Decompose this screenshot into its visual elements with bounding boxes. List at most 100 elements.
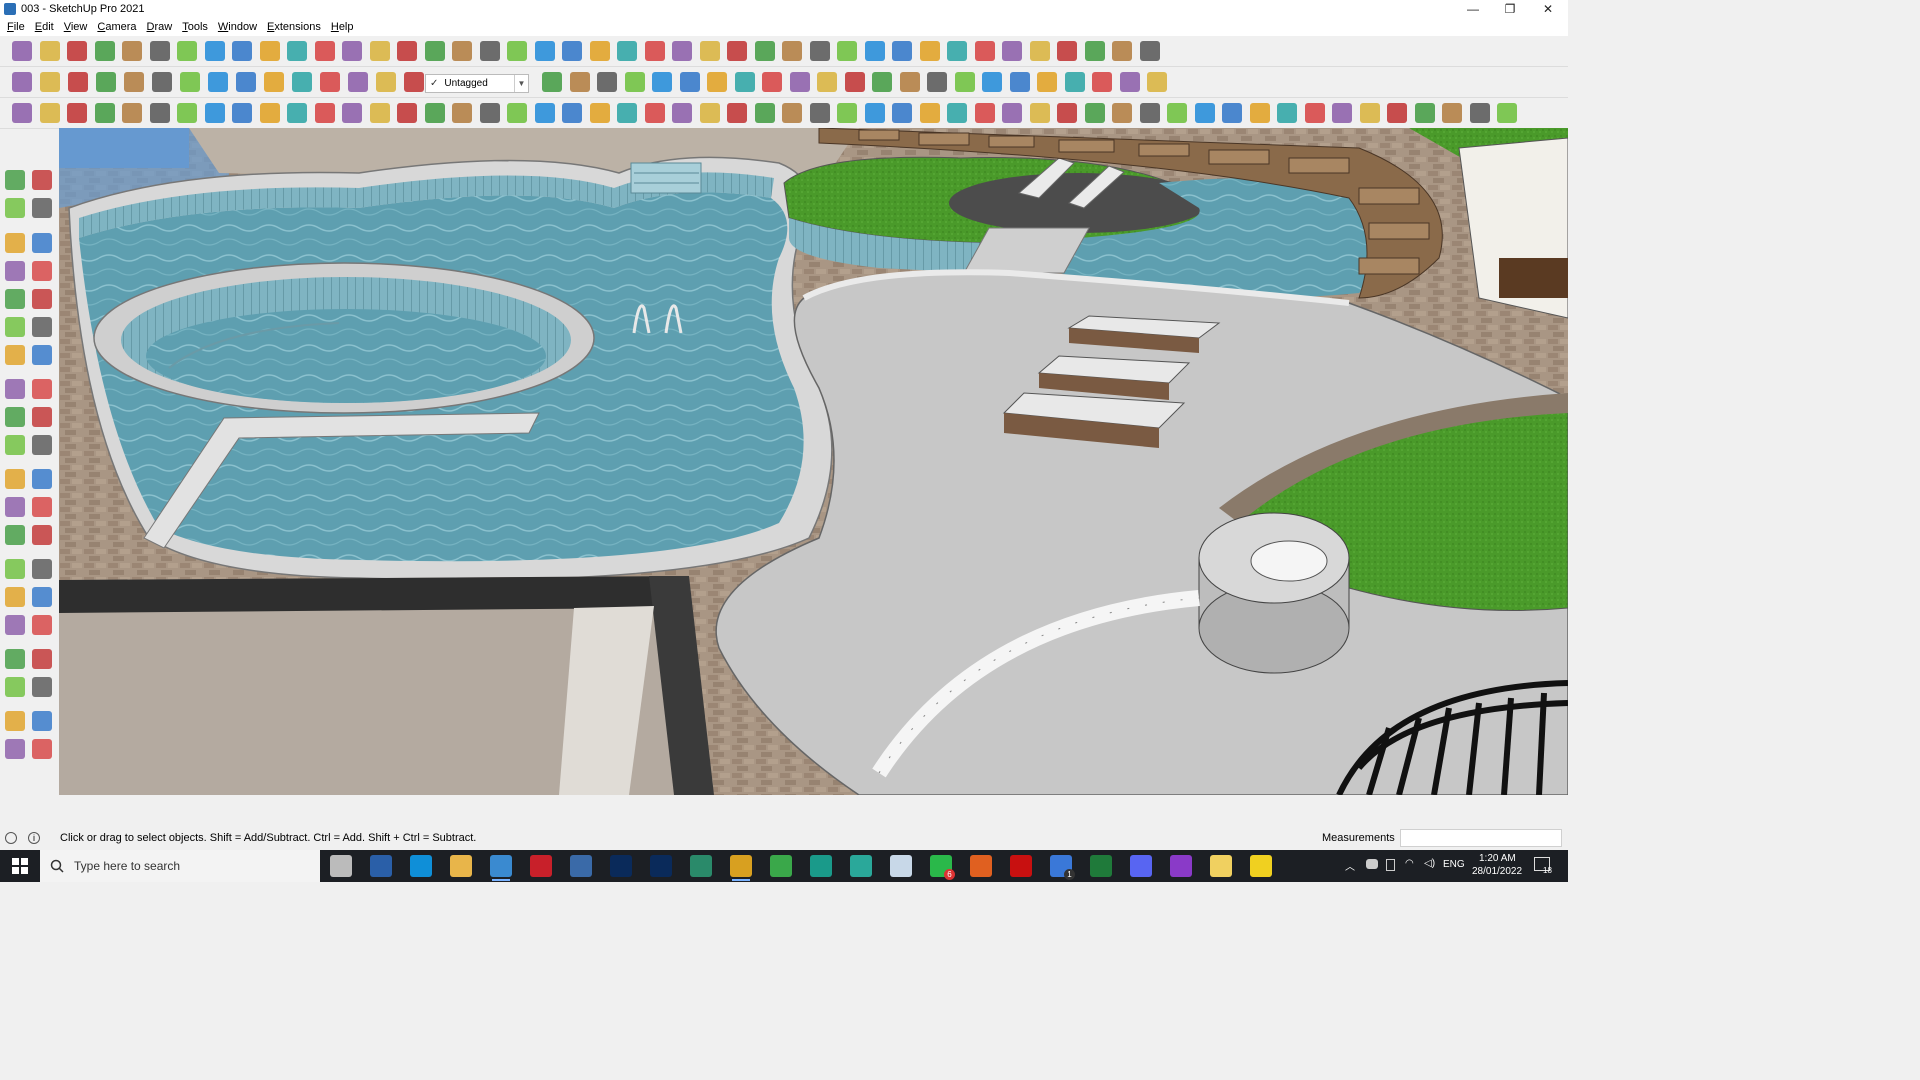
toolbar-3-tool-icon[interactable] — [782, 103, 802, 123]
side-tool-icon[interactable] — [32, 587, 52, 607]
toolbar-3-tool-icon[interactable] — [755, 103, 775, 123]
task-view-icon[interactable] — [330, 855, 352, 877]
toolbar-3-tool-icon[interactable] — [562, 103, 582, 123]
toolbar-2-tool-icon[interactable] — [817, 72, 837, 92]
toolbar-1-tool-icon[interactable] — [150, 41, 170, 61]
toolbar-2-tool-icon[interactable] — [735, 72, 755, 92]
toolbar-2-tool-icon[interactable] — [1010, 72, 1030, 92]
menu-extensions[interactable]: Extensions — [262, 18, 326, 36]
photoshop-icon[interactable] — [610, 855, 632, 877]
side-tool-icon[interactable] — [32, 497, 52, 517]
toolbar-1-tool-icon[interactable] — [232, 41, 252, 61]
minimize-button[interactable]: — — [1455, 0, 1491, 18]
toolbar-1-tool-icon[interactable] — [672, 41, 692, 61]
chrome-icon[interactable] — [730, 855, 752, 881]
toolbar-2-tool-icon[interactable] — [625, 72, 645, 92]
toolbar-3-tool-icon[interactable] — [1195, 103, 1215, 123]
side-tool-icon[interactable] — [5, 233, 25, 253]
toolbar-3-tool-icon[interactable] — [535, 103, 555, 123]
file-explorer-icon[interactable] — [450, 855, 472, 877]
start-button[interactable] — [0, 850, 40, 882]
grammarly-icon[interactable] — [970, 855, 992, 877]
toolbar-3-tool-icon[interactable] — [370, 103, 390, 123]
side-tool-icon[interactable] — [32, 525, 52, 545]
opera-icon[interactable] — [1010, 855, 1032, 877]
toolbar-1-tool-icon[interactable] — [975, 41, 995, 61]
toolbar-3-tool-icon[interactable] — [1085, 103, 1105, 123]
toolbar-3-tool-icon[interactable] — [40, 103, 60, 123]
toolbar-1-tool-icon[interactable] — [67, 41, 87, 61]
toolbar-2-tool-icon[interactable] — [12, 72, 32, 92]
menu-view[interactable]: View — [59, 18, 93, 36]
toolbar-2-tool-icon[interactable] — [264, 72, 284, 92]
toolbar-3-tool-icon[interactable] — [315, 103, 335, 123]
tag-dropdown[interactable]: ✓ Untagged ▼ — [425, 74, 529, 93]
side-tool-icon[interactable] — [5, 345, 25, 365]
toolbar-1-tool-icon[interactable] — [947, 41, 967, 61]
toolbar-2-tool-icon[interactable] — [597, 72, 617, 92]
volume-icon[interactable]: ◁) — [1424, 858, 1435, 869]
toolbar-2-tool-icon[interactable] — [900, 72, 920, 92]
toolbar-2-tool-icon[interactable] — [236, 72, 256, 92]
toolbar-1-tool-icon[interactable] — [617, 41, 637, 61]
toolbar-3-tool-icon[interactable] — [810, 103, 830, 123]
toolbar-3-tool-icon[interactable] — [865, 103, 885, 123]
toolbar-3-tool-icon[interactable] — [590, 103, 610, 123]
measurements-input[interactable] — [1400, 829, 1562, 847]
toolbar-2-tool-icon[interactable] — [707, 72, 727, 92]
whatsapp-icon[interactable]: 6 — [930, 855, 955, 880]
toolbar-2-tool-icon[interactable] — [68, 72, 88, 92]
toolbar-1-tool-icon[interactable] — [122, 41, 142, 61]
side-tool-icon[interactable] — [32, 289, 52, 309]
discord-icon[interactable] — [1130, 855, 1152, 877]
side-tool-icon[interactable] — [5, 649, 25, 669]
toolbar-1-tool-icon[interactable] — [425, 41, 445, 61]
toolbar-2-tool-icon[interactable] — [1065, 72, 1085, 92]
toolbar-1-tool-icon[interactable] — [645, 41, 665, 61]
toolbar-3-tool-icon[interactable] — [1057, 103, 1077, 123]
toolbar-2-tool-icon[interactable] — [570, 72, 590, 92]
toolbar-1-tool-icon[interactable] — [892, 41, 912, 61]
toolbar-1-tool-icon[interactable] — [287, 41, 307, 61]
edge-icon[interactable] — [410, 855, 432, 877]
photoshop-2-icon[interactable] — [650, 855, 672, 877]
toolbar-2-tool-icon[interactable] — [348, 72, 368, 92]
side-tool-icon[interactable] — [5, 469, 25, 489]
toolbar-2-tool-icon[interactable] — [982, 72, 1002, 92]
menu-tools[interactable]: Tools — [177, 18, 213, 36]
side-tool-icon[interactable] — [5, 289, 25, 309]
side-tool-icon[interactable] — [5, 587, 25, 607]
toolbar-3-tool-icon[interactable] — [177, 103, 197, 123]
side-tool-icon[interactable] — [32, 407, 52, 427]
menu-draw[interactable]: Draw — [142, 18, 178, 36]
toolbar-3-tool-icon[interactable] — [1305, 103, 1325, 123]
toolbar-3-tool-icon[interactable] — [892, 103, 912, 123]
toolbar-1-tool-icon[interactable] — [1085, 41, 1105, 61]
menu-help[interactable]: Help — [326, 18, 359, 36]
side-tool-icon[interactable] — [5, 677, 25, 697]
toolbar-3-tool-icon[interactable] — [727, 103, 747, 123]
toolbar-2-tool-icon[interactable] — [955, 72, 975, 92]
toolbar-3-tool-icon[interactable] — [617, 103, 637, 123]
toolbar-3-tool-icon[interactable] — [1497, 103, 1517, 123]
toolbar-3-tool-icon[interactable] — [1112, 103, 1132, 123]
folder-icon[interactable] — [1210, 855, 1232, 877]
toolbar-3-tool-icon[interactable] — [1030, 103, 1050, 123]
toolbar-3-tool-icon[interactable] — [342, 103, 362, 123]
side-tool-icon[interactable] — [5, 711, 25, 731]
toolbar-2-tool-icon[interactable] — [542, 72, 562, 92]
side-tool-icon[interactable] — [5, 739, 25, 759]
toolbar-1-tool-icon[interactable] — [590, 41, 610, 61]
side-tool-icon[interactable] — [32, 649, 52, 669]
toolbar-1-tool-icon[interactable] — [260, 41, 280, 61]
side-tool-icon[interactable] — [32, 677, 52, 697]
side-tool-icon[interactable] — [32, 233, 52, 253]
toolbar-1-tool-icon[interactable] — [95, 41, 115, 61]
toolbar-2-tool-icon[interactable] — [680, 72, 700, 92]
toolbar-1-tool-icon[interactable] — [1002, 41, 1022, 61]
side-tool-icon[interactable] — [5, 497, 25, 517]
sketchup-layout-icon[interactable] — [810, 855, 832, 877]
3d-app-icon[interactable] — [850, 855, 872, 877]
toolbar-2-tool-icon[interactable] — [320, 72, 340, 92]
toolbar-3-tool-icon[interactable] — [1470, 103, 1490, 123]
